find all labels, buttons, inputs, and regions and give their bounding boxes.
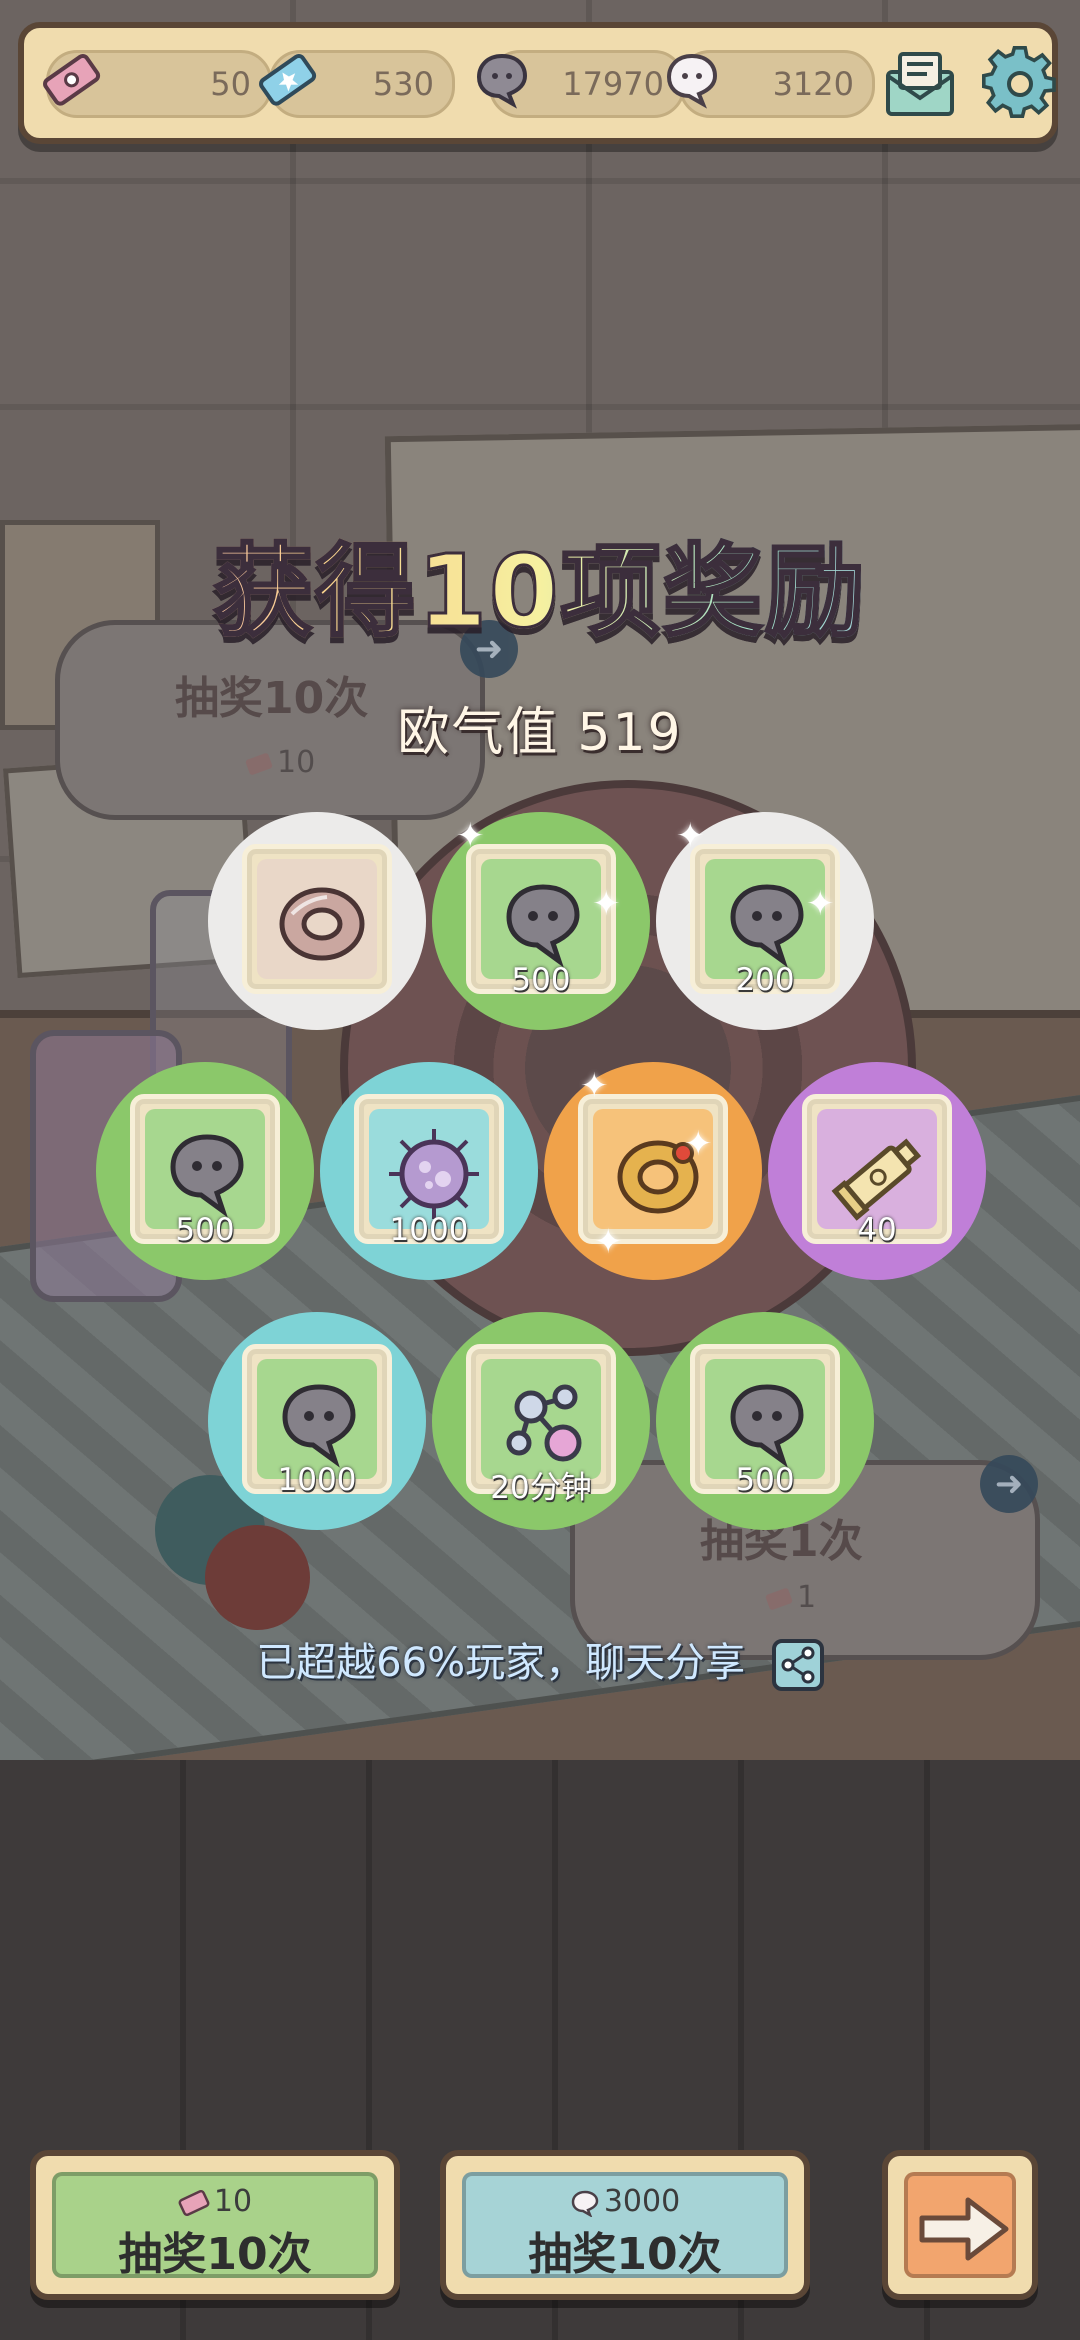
rank-text: 已超越66%玩家，聊天分享 (256, 1640, 746, 1686)
cost-value: 3000 (603, 2184, 681, 2219)
reward-qty: 500 (735, 1462, 795, 1498)
ticket-icon (43, 53, 101, 106)
draw10-coin-label: 抽奖10次 (528, 2229, 722, 2280)
draw10-ticket-cost: 10 (36, 2184, 394, 2219)
sparkle-icon: ✦ (806, 884, 835, 924)
draw10-ticket-label: 抽奖10次 (118, 2229, 312, 2280)
reward-qty: 1000 (389, 1212, 469, 1248)
white-ghost-coin-count: 3120 (772, 65, 854, 103)
reward-item-7[interactable]: 40 (768, 1062, 986, 1280)
bg-arrow-icon: ➜ (980, 1455, 1038, 1513)
gear-icon[interactable] (982, 46, 1058, 122)
ball (205, 1525, 310, 1630)
resource-bar: 50 530 17970 3120 (18, 22, 1058, 144)
reward-item-1[interactable] (208, 812, 426, 1030)
share-icon[interactable] (771, 1639, 824, 1691)
dark-ghost-coin-icon (476, 53, 528, 109)
white-ghost-coin-icon (666, 53, 718, 109)
ticket-icon (765, 1587, 793, 1610)
luck-value: 519 (577, 703, 683, 763)
reward-item-4[interactable]: 500 (96, 1062, 314, 1280)
mail-icon[interactable] (882, 48, 958, 120)
reward-qty: 20分钟 (490, 1470, 592, 1506)
dark-ghost-coin-count: 17970 (562, 65, 664, 103)
next-button[interactable] (882, 2150, 1038, 2300)
sparkle-icon: ✦ (684, 1124, 713, 1164)
blue-ticket-count: 530 (372, 65, 434, 103)
luck-value-row: 欧气值 519 (0, 690, 1080, 765)
bg-draw1-cost: 1 (765, 1580, 816, 1615)
reward-item-8[interactable]: 1000 (208, 1312, 426, 1530)
sparkle-icon: ✦ (456, 816, 485, 856)
sparkle-icon: ✦ (676, 816, 705, 856)
reward-item-9[interactable]: 20分钟 (432, 1312, 650, 1530)
cost-value: 10 (213, 2184, 253, 2219)
reward-item-3[interactable]: 200 ✦ ✦ (656, 812, 874, 1030)
sparkle-icon: ✦ (580, 1066, 609, 1106)
sparkle-icon: ✦ (594, 1222, 623, 1262)
ring-icon (279, 887, 365, 961)
ticket-icon (178, 2189, 210, 2216)
reward-title: 获得10项奖励 (0, 510, 1080, 655)
white-ghost-coin-icon (571, 2190, 599, 2217)
ticket-count: 50 (210, 65, 251, 103)
blue-ticket-icon (259, 53, 317, 106)
reward-qty: 500 (511, 962, 571, 998)
draw10-ticket-button[interactable]: 10 抽奖10次 (30, 2150, 400, 2300)
luck-label: 欧气值 (397, 703, 560, 763)
reward-item-5[interactable]: 1000 (320, 1062, 538, 1280)
draw10-coin-button[interactable]: 3000 抽奖10次 (440, 2150, 810, 2300)
draw10-coin-cost: 3000 (446, 2184, 804, 2219)
reward-item-6[interactable]: ✦ ✦ ✦ (544, 1062, 762, 1280)
sparkle-icon: ✦ (592, 884, 621, 924)
arrow-right-icon (919, 2197, 1009, 2261)
reward-qty: 40 (857, 1212, 897, 1248)
share-rank-row[interactable]: 已超越66%玩家，聊天分享 (0, 1630, 1080, 1691)
reward-item-2[interactable]: 500 ✦ ✦ (432, 812, 650, 1030)
reward-item-10[interactable]: 500 (656, 1312, 874, 1530)
reward-qty: 1000 (277, 1462, 357, 1498)
reward-qty: 500 (175, 1212, 235, 1248)
bg-draw1-cost-value: 1 (797, 1580, 817, 1615)
reward-qty: 200 (735, 962, 795, 998)
